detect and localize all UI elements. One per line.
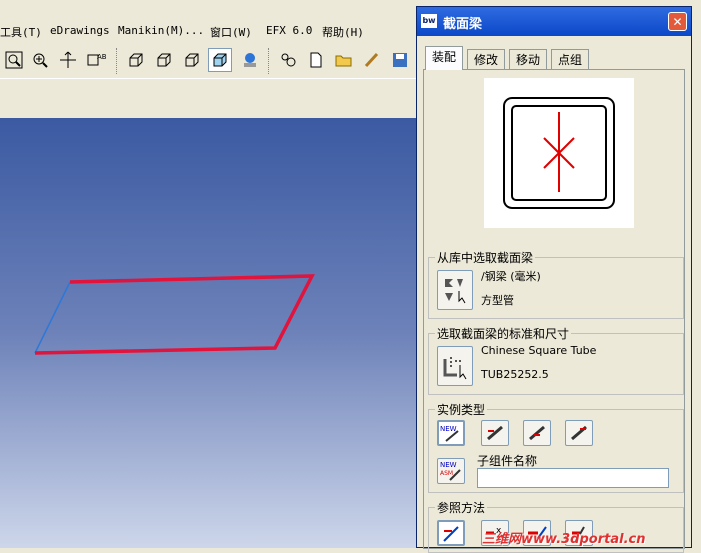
instance-type-3-icon [529,425,545,441]
svg-text:AB: AB [97,53,106,61]
box-view-icon[interactable] [124,48,148,72]
menu-tools[interactable]: 工具(T) [0,24,42,40]
library-select-button[interactable] [437,270,473,310]
library-group: 从库中选取截面梁 /钢梁 (毫米) 方型管 [428,249,684,319]
instance-type-2-icon [487,425,503,441]
toolbar: AB [0,42,418,78]
beam-path [34,274,315,355]
new-subassembly-icon: NEWASM [440,461,461,481]
toolbar-strip [0,78,418,118]
subassembly-name-input[interactable] [477,468,669,488]
instance-type-2-button[interactable] [481,420,509,446]
zoom-window-icon[interactable] [2,48,26,72]
instance-group-title: 实例类型 [435,401,488,418]
zoom-in-icon[interactable] [28,48,52,72]
box-view-2-icon[interactable] [152,48,176,72]
svg-text:NEW: NEW [440,461,457,469]
standard-select-button[interactable] [437,346,473,386]
subassembly-name-label: 子组件名称 [477,454,538,468]
section-preview [484,78,634,228]
menu-bar: 工具(T) eDrawings Manikin(M)... 窗口(W) EFX … [0,22,418,42]
tab-modify[interactable]: 修改 [467,49,506,69]
new-subassembly-button[interactable]: NEW ASM [437,458,465,484]
menu-help[interactable]: 帮助(H) [322,24,364,40]
sketch-edge-blue [34,281,71,354]
reference-method-1-icon [443,526,459,542]
reference-group-title: 参照方法 [435,499,488,516]
instance-type-3-button[interactable] [523,420,551,446]
menu-edrawings[interactable]: eDrawings [50,24,110,37]
rotate-icon[interactable]: AB [84,48,108,72]
pan-icon[interactable] [56,48,80,72]
open-folder-icon[interactable] [332,48,356,72]
standard-group: 选取截面梁的标准和尺寸 Chinese Square Tube TUB25252… [428,325,684,395]
instance-type-4-icon [571,425,587,441]
library-group-title: 从库中选取截面梁 [435,249,536,266]
sketch-canvas [34,274,315,355]
instance-new-button[interactable]: NEW [437,420,465,446]
instance-type-4-button[interactable] [565,420,593,446]
instance-type-group: 实例类型 NEW NEW ASM 子组件名称 [428,401,684,493]
menu-window[interactable]: 窗口(W) [210,24,252,40]
dialog-title: 截面梁 [443,17,483,32]
svg-text:ASM: ASM [440,470,453,477]
library-type-text: 方型管 [481,294,514,307]
new-document-icon[interactable] [304,48,328,72]
library-select-icon [445,279,466,304]
tab-point-group[interactable]: 点组 [551,49,590,69]
tab-assembly[interactable]: 装配 [425,46,464,70]
app-logo-icon: bw [421,14,437,28]
sketch-icon[interactable] [276,48,300,72]
dialog-titlebar[interactable]: bw 截面梁 ✕ [417,7,691,36]
standard-group-title: 选取截面梁的标准和尺寸 [435,325,572,342]
close-button[interactable]: ✕ [668,12,687,31]
svg-text:NEW: NEW [440,425,457,433]
shaded-view-icon[interactable] [208,48,232,72]
menu-efx[interactable]: EFX 6.0 [266,24,312,37]
box-view-3-icon[interactable] [180,48,204,72]
sphere-icon[interactable] [238,48,262,72]
tab-move[interactable]: 移动 [509,49,548,69]
new-instance-icon: NEW [440,425,459,442]
library-path-text: /钢梁 (毫米) [481,270,541,283]
watermark-text: 三维网www.3dportal.cn [482,532,646,547]
save-icon[interactable] [388,48,412,72]
standard-select-icon [443,357,467,380]
tab-panel: 从库中选取截面梁 /钢梁 (毫米) 方型管 选取截面梁的标准和尺寸 Chines… [423,69,685,553]
standard-size-text: TUB25252.5 [481,368,549,381]
menu-manikin[interactable]: Manikin(M)... [118,24,204,37]
toolbar-separator [116,48,117,74]
toolbar-separator [268,48,269,74]
reference-method-1-button[interactable] [437,520,465,546]
section-beam-dialog: bw 截面梁 ✕ 装配 修改 移动 点组 从库中选取截面梁 /钢梁 (毫米) 方… [416,6,692,553]
brush-icon[interactable] [360,48,384,72]
graphics-viewport[interactable] [0,118,418,548]
standard-name-text: Chinese Square Tube [481,344,597,357]
